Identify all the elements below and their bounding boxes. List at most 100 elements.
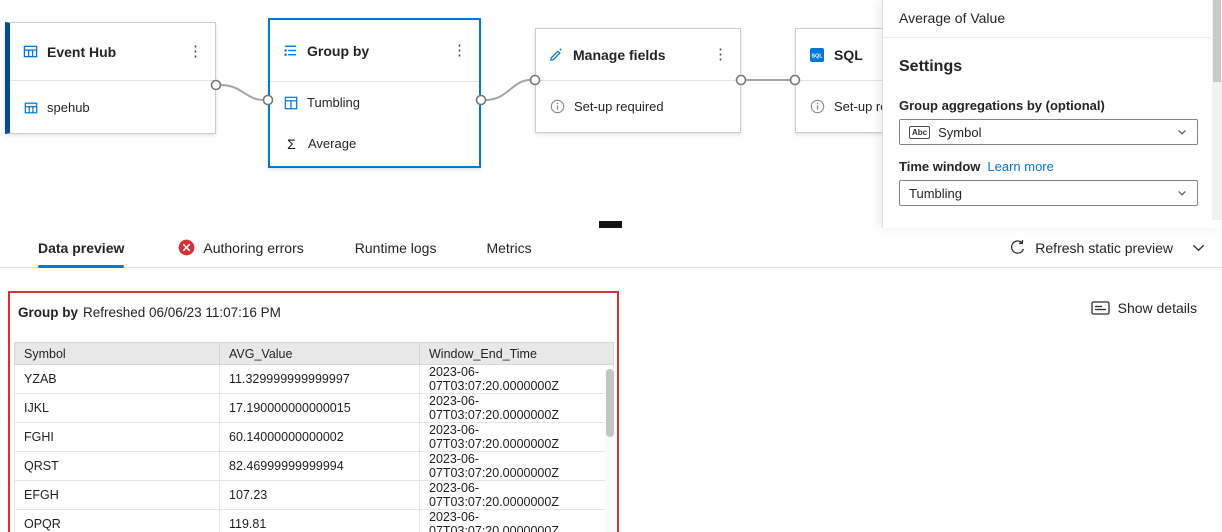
table-cell: 119.81 [219, 509, 420, 532]
table-cell: 2023-06-07T03:07:20.0000000Z [419, 509, 614, 532]
table-row: IJKL 17.190000000000015 2023-06-07T03:07:2… [14, 393, 614, 423]
time-window-value: Tumbling [909, 185, 962, 201]
sigma-icon: Σ [287, 135, 296, 152]
app-root: Event Hub ⋮ spehub Group by ⋮ Tumbling Σ… [0, 0, 1222, 532]
info-icon [550, 99, 565, 114]
table-row: EFGH 107.23 2023-06-07T03:07:20.0000000Z [14, 480, 614, 510]
column-header[interactable]: Symbol [14, 342, 220, 365]
splitter-handle[interactable] [599, 221, 622, 228]
tab-label: Data preview [38, 239, 125, 256]
table-cell: FGHI [14, 422, 220, 452]
group-by-item-tumbling: Tumbling [270, 82, 479, 123]
preview-table-header-row: Symbol AVG_Value Window_End_Time [14, 342, 614, 365]
settings-heading: Settings [899, 58, 963, 75]
table-cell: 107.23 [219, 480, 420, 510]
tab-runtime-logs[interactable]: Runtime logs [355, 228, 437, 267]
node-menu-button[interactable]: ⋮ [182, 42, 209, 61]
node-menu-button[interactable]: ⋮ [707, 45, 734, 64]
time-window-label-row: Time window Learn more [899, 159, 1198, 174]
table-icon [24, 101, 38, 115]
refresh-label: Refresh static preview [1035, 239, 1173, 256]
table-row: OPQR 119.81 2023-06-07T03:07:20.0000000Z [14, 509, 614, 532]
refresh-static-preview-button[interactable]: Refresh static preview [1009, 228, 1206, 267]
preview-table-body: YZAB 11.329999999999997 2023-06-07T03:07:2… [14, 364, 614, 532]
scrollbar-thumb[interactable] [1213, 0, 1221, 82]
event-hub-source-row: spehub [10, 81, 215, 134]
string-type-icon: Abc [909, 125, 931, 139]
preview-title: Group by Refreshed 06/06/23 11:07:16 PM [10, 293, 617, 320]
event-hub-source-label: spehub [47, 100, 90, 115]
tab-authoring-errors[interactable]: Authoring errors [178, 228, 304, 267]
node-header: Manage fields ⋮ [536, 29, 740, 80]
event-hub-node[interactable]: Event Hub ⋮ spehub [5, 22, 216, 134]
group-aggregations-value: Symbol [938, 124, 982, 140]
tab-label: Metrics [486, 239, 532, 256]
table-cell: 2023-06-07T03:07:20.0000000Z [419, 393, 614, 423]
table-cell: 11.329999999999997 [219, 364, 420, 394]
settings-panel: Average of Value Settings Group aggregat… [882, 0, 1222, 228]
tab-metrics[interactable]: Metrics [486, 228, 531, 267]
error-icon [178, 239, 195, 256]
table-row: FGHI 60.14000000000002 2023-06-07T03:07:20… [14, 422, 614, 452]
tumbling-label: Tumbling [307, 95, 360, 110]
table-cell: 2023-06-07T03:07:20.0000000Z [419, 422, 614, 452]
node-title: Group by [307, 42, 370, 59]
tumbling-window-icon [284, 96, 298, 110]
group-aggregations-label: Group aggregations by (optional) [899, 98, 1105, 113]
table-cell: 2023-06-07T03:07:20.0000000Z [419, 364, 614, 394]
preview-refreshed-text: Refreshed 06/06/23 11:07:16 PM [83, 305, 281, 320]
show-details-button[interactable]: Show details [1090, 300, 1197, 316]
tab-label: Authoring errors [203, 239, 304, 256]
table-cell: IJKL [14, 393, 220, 423]
panel-title: Average of Value [883, 0, 1222, 38]
svg-text:SQL: SQL [811, 53, 823, 59]
chevron-down-icon[interactable] [1191, 240, 1206, 255]
table-cell: EFGH [14, 480, 220, 510]
tabs-bar: Data preview Authoring errors Runtime lo… [0, 228, 1222, 268]
table-cell: 82.46999999999994 [219, 451, 420, 481]
show-details-label: Show details [1117, 300, 1197, 316]
event-hub-icon [23, 44, 38, 59]
sql-icon: SQL [809, 47, 825, 63]
chevron-down-icon [1176, 187, 1188, 199]
scrollbar-thumb[interactable] [606, 369, 614, 437]
table-scrollbar[interactable] [605, 369, 615, 532]
manage-fields-node[interactable]: Manage fields ⋮ Set-up required [535, 28, 741, 133]
setup-required-label: Set-up required [574, 99, 664, 114]
node-menu-button[interactable]: ⋮ [446, 41, 473, 60]
group-by-node[interactable]: Group by ⋮ Tumbling Σ Average [268, 18, 481, 168]
preview-table: Symbol AVG_Value Window_End_Time YZAB 11.32… [14, 342, 614, 532]
time-window-label: Time window [899, 159, 981, 174]
diagram-canvas[interactable]: Event Hub ⋮ spehub Group by ⋮ Tumbling Σ… [0, 0, 1001, 228]
table-cell: YZAB [14, 364, 220, 394]
data-preview-panel: Group by Refreshed 06/06/23 11:07:16 PM … [8, 291, 619, 532]
details-icon [1090, 300, 1110, 316]
manage-fields-status-row: Set-up required [536, 81, 740, 132]
time-window-dropdown[interactable]: Tumbling [899, 180, 1198, 206]
group-by-icon [283, 43, 298, 58]
group-aggregations-dropdown[interactable]: Abc Symbol [899, 119, 1198, 145]
tab-label: Runtime logs [354, 239, 437, 256]
table-cell: 17.190000000000015 [219, 393, 420, 423]
table-cell: 2023-06-07T03:07:20.0000000Z [419, 451, 614, 481]
panel-scrollbar[interactable] [1212, 0, 1222, 220]
average-label: Average [308, 136, 357, 151]
table-cell: OPQR [14, 509, 220, 532]
table-row: QRST 82.46999999999994 2023-06-07T03:07:20… [14, 451, 614, 481]
column-header[interactable]: AVG_Value [219, 342, 420, 365]
node-header: Group by ⋮ [270, 20, 479, 81]
table-cell: 60.14000000000002 [219, 422, 420, 452]
tab-data-preview[interactable]: Data preview [38, 228, 125, 268]
table-cell: 2023-06-07T03:07:20.0000000Z [419, 480, 614, 510]
group-by-item-average: Σ Average [270, 123, 479, 164]
node-title: Event Hub [47, 43, 117, 60]
manage-fields-icon [549, 47, 564, 62]
learn-more-link[interactable]: Learn more [987, 159, 1053, 174]
refresh-icon [1009, 239, 1026, 256]
column-header[interactable]: Window_End_Time [419, 342, 614, 365]
info-icon [810, 99, 825, 114]
chevron-down-icon [1176, 126, 1188, 138]
node-title: Manage fields [573, 46, 666, 63]
node-header: Event Hub ⋮ [10, 23, 215, 80]
preview-node-name: Group by [18, 305, 78, 320]
